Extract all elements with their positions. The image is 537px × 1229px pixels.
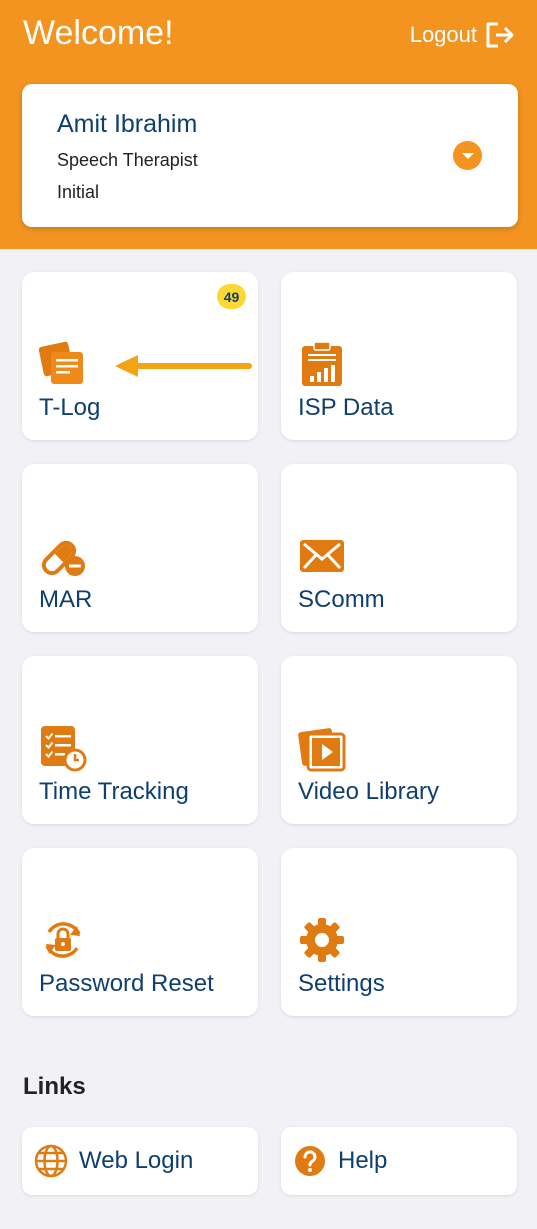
app-header: Welcome! Logout Amit Ibrahim Speech Ther… <box>0 0 537 249</box>
tile-scomm[interactable]: SComm <box>281 464 517 632</box>
tile-label: ISP Data <box>298 394 394 421</box>
link-label: Help <box>338 1147 388 1174</box>
notes-icon <box>39 341 83 384</box>
tile-label: MAR <box>39 586 93 613</box>
tile-password-reset[interactable]: Password Reset <box>22 848 258 1016</box>
envelope-icon <box>300 540 344 572</box>
welcome-title: Welcome! <box>23 14 174 52</box>
question-icon <box>295 1146 325 1176</box>
tile-label: Video Library <box>298 778 439 805</box>
tile-label: Time Tracking <box>39 778 189 805</box>
tile-time-tracking[interactable]: Time Tracking <box>22 656 258 824</box>
profile-card[interactable]: Amit Ibrahim Speech Therapist Initial <box>22 84 518 227</box>
lock-reset-icon <box>45 922 81 958</box>
tile-label: Password Reset <box>39 970 214 997</box>
chevron-down-icon <box>461 152 474 159</box>
link-label: Web Login <box>79 1147 194 1174</box>
video-library-icon <box>298 728 346 772</box>
profile-dropdown-button[interactable] <box>453 141 482 170</box>
globe-icon <box>34 1144 68 1178</box>
tile-isp-data[interactable]: ISP Data <box>281 272 517 440</box>
profile-role: Speech Therapist <box>57 150 198 170</box>
profile-name: Amit Ibrahim <box>57 110 198 138</box>
tile-mar[interactable]: MAR <box>22 464 258 632</box>
links-section-title: Links <box>23 1073 86 1100</box>
gear-icon <box>300 918 344 962</box>
tile-label: SComm <box>298 586 385 613</box>
logout-button[interactable]: Logout <box>410 18 515 52</box>
checklist-clock-icon <box>41 726 87 772</box>
tile-settings[interactable]: Settings <box>281 848 517 1016</box>
clipboard-chart-icon <box>302 341 342 386</box>
tile-video-library[interactable]: Video Library <box>281 656 517 824</box>
web-login-link[interactable]: Web Login <box>22 1127 258 1195</box>
pill-icon <box>41 540 85 576</box>
help-link[interactable]: Help <box>281 1127 517 1195</box>
t-log-count-badge: 49 <box>217 284 246 309</box>
pointer-arrow-icon <box>115 355 252 377</box>
tile-label: T-Log <box>39 394 101 421</box>
logout-label: Logout <box>409 22 477 47</box>
tile-label: Settings <box>298 970 385 997</box>
logout-icon <box>486 22 514 48</box>
profile-status: Initial <box>57 182 100 202</box>
